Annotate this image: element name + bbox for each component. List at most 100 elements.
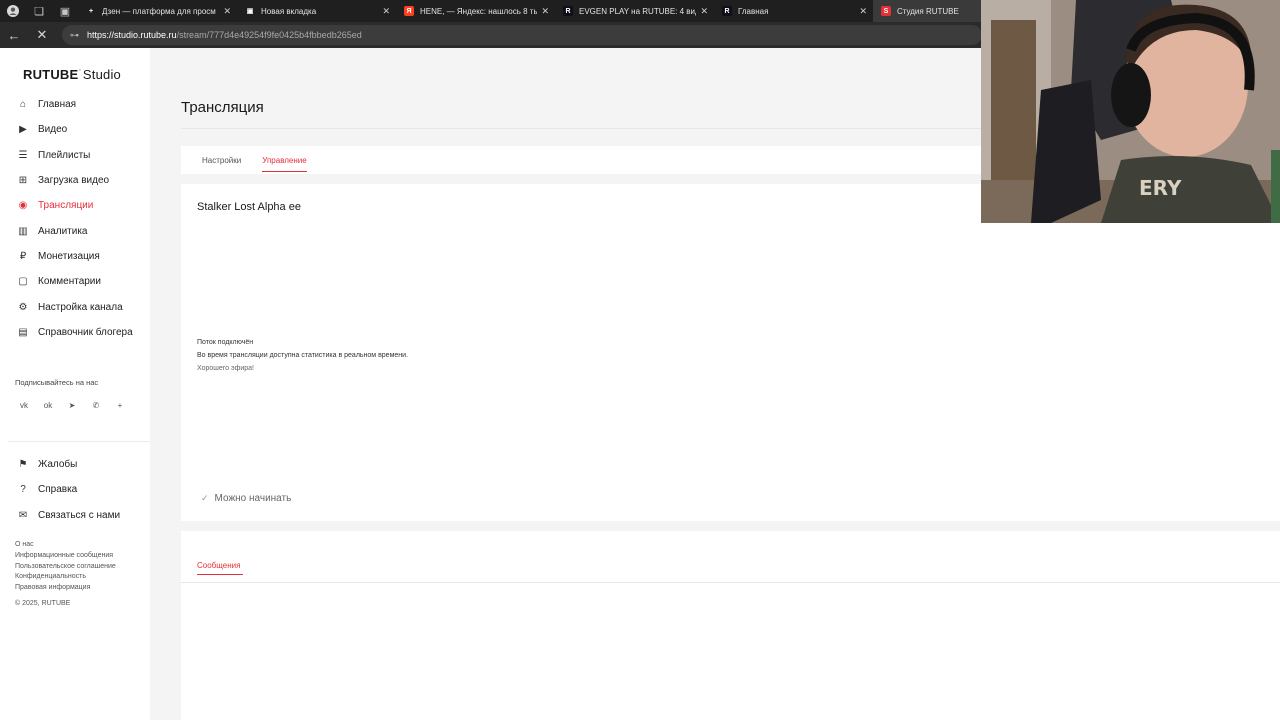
monetization-icon: ₽ bbox=[19, 250, 27, 262]
tab-search-icon[interactable]: ▣ bbox=[52, 0, 78, 22]
tab-messages[interactable]: Сообщения bbox=[197, 561, 240, 570]
close-tab-icon[interactable]: ✕ bbox=[700, 6, 708, 17]
close-tab-icon[interactable]: ✕ bbox=[223, 6, 231, 17]
sidebar-item[interactable]: ▢ Комментарии bbox=[0, 269, 150, 294]
footer-link[interactable]: Конфиденциальность bbox=[15, 572, 116, 583]
sidebar-item-label: Главная bbox=[38, 99, 77, 111]
browser-tab[interactable]: R Главная ✕ bbox=[714, 0, 873, 22]
comments-icon: ▢ bbox=[18, 276, 28, 288]
webcam-image: ERY bbox=[981, 0, 1280, 223]
vk-icon[interactable]: vk bbox=[16, 398, 32, 412]
tab-favicon-icon: + bbox=[86, 6, 96, 16]
footer-links: О нас Информационные сообщения Пользовател… bbox=[15, 540, 116, 610]
playlist-icon: ☰ bbox=[18, 149, 28, 161]
url-input[interactable]: ⊶ https://studio.rutube.ru/stream/777d4e… bbox=[62, 25, 982, 45]
sidebar-item[interactable]: ? Справка bbox=[0, 477, 150, 502]
sidebar-item-label: Загрузка видео bbox=[38, 175, 110, 187]
sidebar-item-label: Справочник блогера bbox=[38, 326, 133, 338]
help-icon: ? bbox=[20, 484, 26, 496]
flag-icon: ⚑ bbox=[18, 459, 28, 471]
upload-icon: ⊞ bbox=[18, 175, 28, 187]
close-tab-icon[interactable]: ✕ bbox=[382, 6, 390, 17]
sidebar-item-label: Настройка канала bbox=[38, 301, 123, 313]
rutube-studio-logo[interactable]: RUTUBE˙Studio bbox=[23, 67, 121, 82]
webcam-overlay: ERY bbox=[981, 0, 1280, 223]
profile-icon[interactable] bbox=[0, 0, 26, 22]
svg-text:ERY: ERY bbox=[1139, 176, 1182, 200]
browser-tab[interactable]: ▣ Новая вкладка ✕ bbox=[237, 0, 396, 22]
tab-favicon-icon: ▣ bbox=[245, 6, 255, 16]
copyright: © 2025, RUTUBE bbox=[15, 599, 71, 607]
messages-card: Сообщения bbox=[181, 531, 1280, 720]
site-info-icon[interactable]: ⊶ bbox=[70, 30, 79, 41]
sidebar-item-label: Плейлисты bbox=[38, 149, 91, 161]
social-links: vk ok ➤ ✆ + bbox=[16, 398, 128, 412]
back-icon[interactable]: ← bbox=[0, 22, 28, 48]
analytics-icon: ▥ bbox=[18, 225, 28, 237]
close-tab-icon[interactable]: ✕ bbox=[859, 6, 867, 17]
messages-divider bbox=[181, 582, 1280, 583]
browser-tab[interactable]: + Дзен — платформа для просм ✕ bbox=[78, 0, 237, 22]
close-tab-icon[interactable]: ✕ bbox=[541, 6, 549, 17]
status-line-2: Хорошего эфира! bbox=[197, 365, 254, 372]
sidebar-item-label: Справка bbox=[38, 484, 78, 496]
extensions-icon[interactable]: ❏ bbox=[26, 0, 52, 22]
status-title: Поток подключён bbox=[197, 339, 254, 346]
browser-tab[interactable]: Я HENE, — Яндекс: нашлось 8 тыс ✕ bbox=[396, 0, 555, 22]
footer-link[interactable]: О нас bbox=[15, 540, 116, 551]
tab-title: Дзен — платформа для просм bbox=[102, 6, 216, 16]
tab-title: EVGEN PLAY на RUTUBE: 4 виде bbox=[579, 6, 697, 16]
tab-favicon-icon: R bbox=[563, 6, 573, 16]
url-host: https://studio.rutube.ru bbox=[87, 30, 177, 40]
plus-icon[interactable]: + bbox=[112, 398, 128, 412]
tab-favicon-icon: Я bbox=[404, 6, 414, 16]
sidebar-item[interactable]: ◉ Трансляции bbox=[0, 193, 150, 218]
video-icon: ▶ bbox=[19, 124, 27, 136]
footer-link[interactable]: Пользовательское соглашение bbox=[15, 562, 116, 573]
stream-status: Поток подключён Во время трансляции дост… bbox=[197, 336, 408, 375]
tab-settings[interactable]: Настройки bbox=[202, 146, 241, 174]
footer-link[interactable]: Информационные сообщения bbox=[15, 551, 116, 562]
check-icon: ✓ bbox=[201, 493, 209, 503]
sidebar-item[interactable]: ⌂ Главная bbox=[0, 92, 150, 117]
sidebar-item[interactable]: ⚑ Жалобы bbox=[0, 452, 150, 477]
sidebar-item[interactable]: ✉ Связаться с нами bbox=[0, 503, 150, 528]
sidebar-item[interactable]: ⚙ Настройка канала bbox=[0, 294, 150, 319]
stream-title: Stalker Lost Alpha ee bbox=[197, 201, 301, 213]
sidebar-item-label: Аналитика bbox=[38, 225, 88, 237]
sidebar-item[interactable]: ☰ Плейлисты bbox=[0, 143, 150, 168]
footer-link[interactable]: Правовая информация bbox=[15, 583, 116, 594]
ready-label: Можно начинать bbox=[214, 493, 292, 504]
telegram-icon[interactable]: ➤ bbox=[64, 398, 80, 412]
browser-tab[interactable]: R EVGEN PLAY на RUTUBE: 4 виде ✕ bbox=[555, 0, 714, 22]
sidebar-bottom-nav: ⚑ Жалобы? Справка ✉ Связаться с нами bbox=[0, 452, 150, 528]
odnoklassniki-icon[interactable]: ok bbox=[40, 398, 56, 412]
mail-icon: ✉ bbox=[18, 509, 28, 521]
tab-favicon-icon: R bbox=[722, 6, 732, 16]
sidebar-item[interactable]: ▥ Аналитика bbox=[0, 218, 150, 243]
url-path: /stream/777d4e49254f9fe0425b4fbbedb265ed bbox=[176, 30, 362, 40]
page-title: Трансляция bbox=[181, 99, 264, 116]
sidebar-item-label: Видео bbox=[38, 124, 68, 136]
sidebar-item-label: Трансляции bbox=[38, 200, 94, 212]
stop-loading-icon[interactable]: ✕ bbox=[28, 22, 56, 48]
broadcast-icon: ◉ bbox=[18, 200, 28, 212]
sidebar-item[interactable]: ₽ Монетизация bbox=[0, 244, 150, 269]
gear-icon: ⚙ bbox=[18, 301, 28, 313]
tab-title: HENE, — Яндекс: нашлось 8 тыс bbox=[420, 6, 538, 16]
viber-icon[interactable]: ✆ bbox=[88, 398, 104, 412]
sidebar-item[interactable]: ▶ Видео bbox=[0, 117, 150, 142]
sidebar-divider bbox=[8, 441, 150, 442]
tab-management[interactable]: Управление bbox=[262, 146, 308, 174]
sidebar-item[interactable]: ⊞ Загрузка видео bbox=[0, 168, 150, 193]
home-icon: ⌂ bbox=[19, 99, 27, 111]
sidebar-item-label: Жалобы bbox=[38, 459, 78, 471]
sidebar-item[interactable]: ▤ Справочник блогера bbox=[0, 320, 150, 345]
tab-title: Главная bbox=[738, 6, 769, 16]
book-icon: ▤ bbox=[18, 326, 28, 338]
sidebar-item-label: Монетизация bbox=[38, 250, 100, 262]
tab-favicon-icon: S bbox=[881, 6, 891, 16]
messages-tab-underline bbox=[197, 574, 243, 575]
sidebar-item-label: Связаться с нами bbox=[38, 509, 121, 521]
ready-indicator: ✓ Можно начинать bbox=[201, 493, 291, 504]
